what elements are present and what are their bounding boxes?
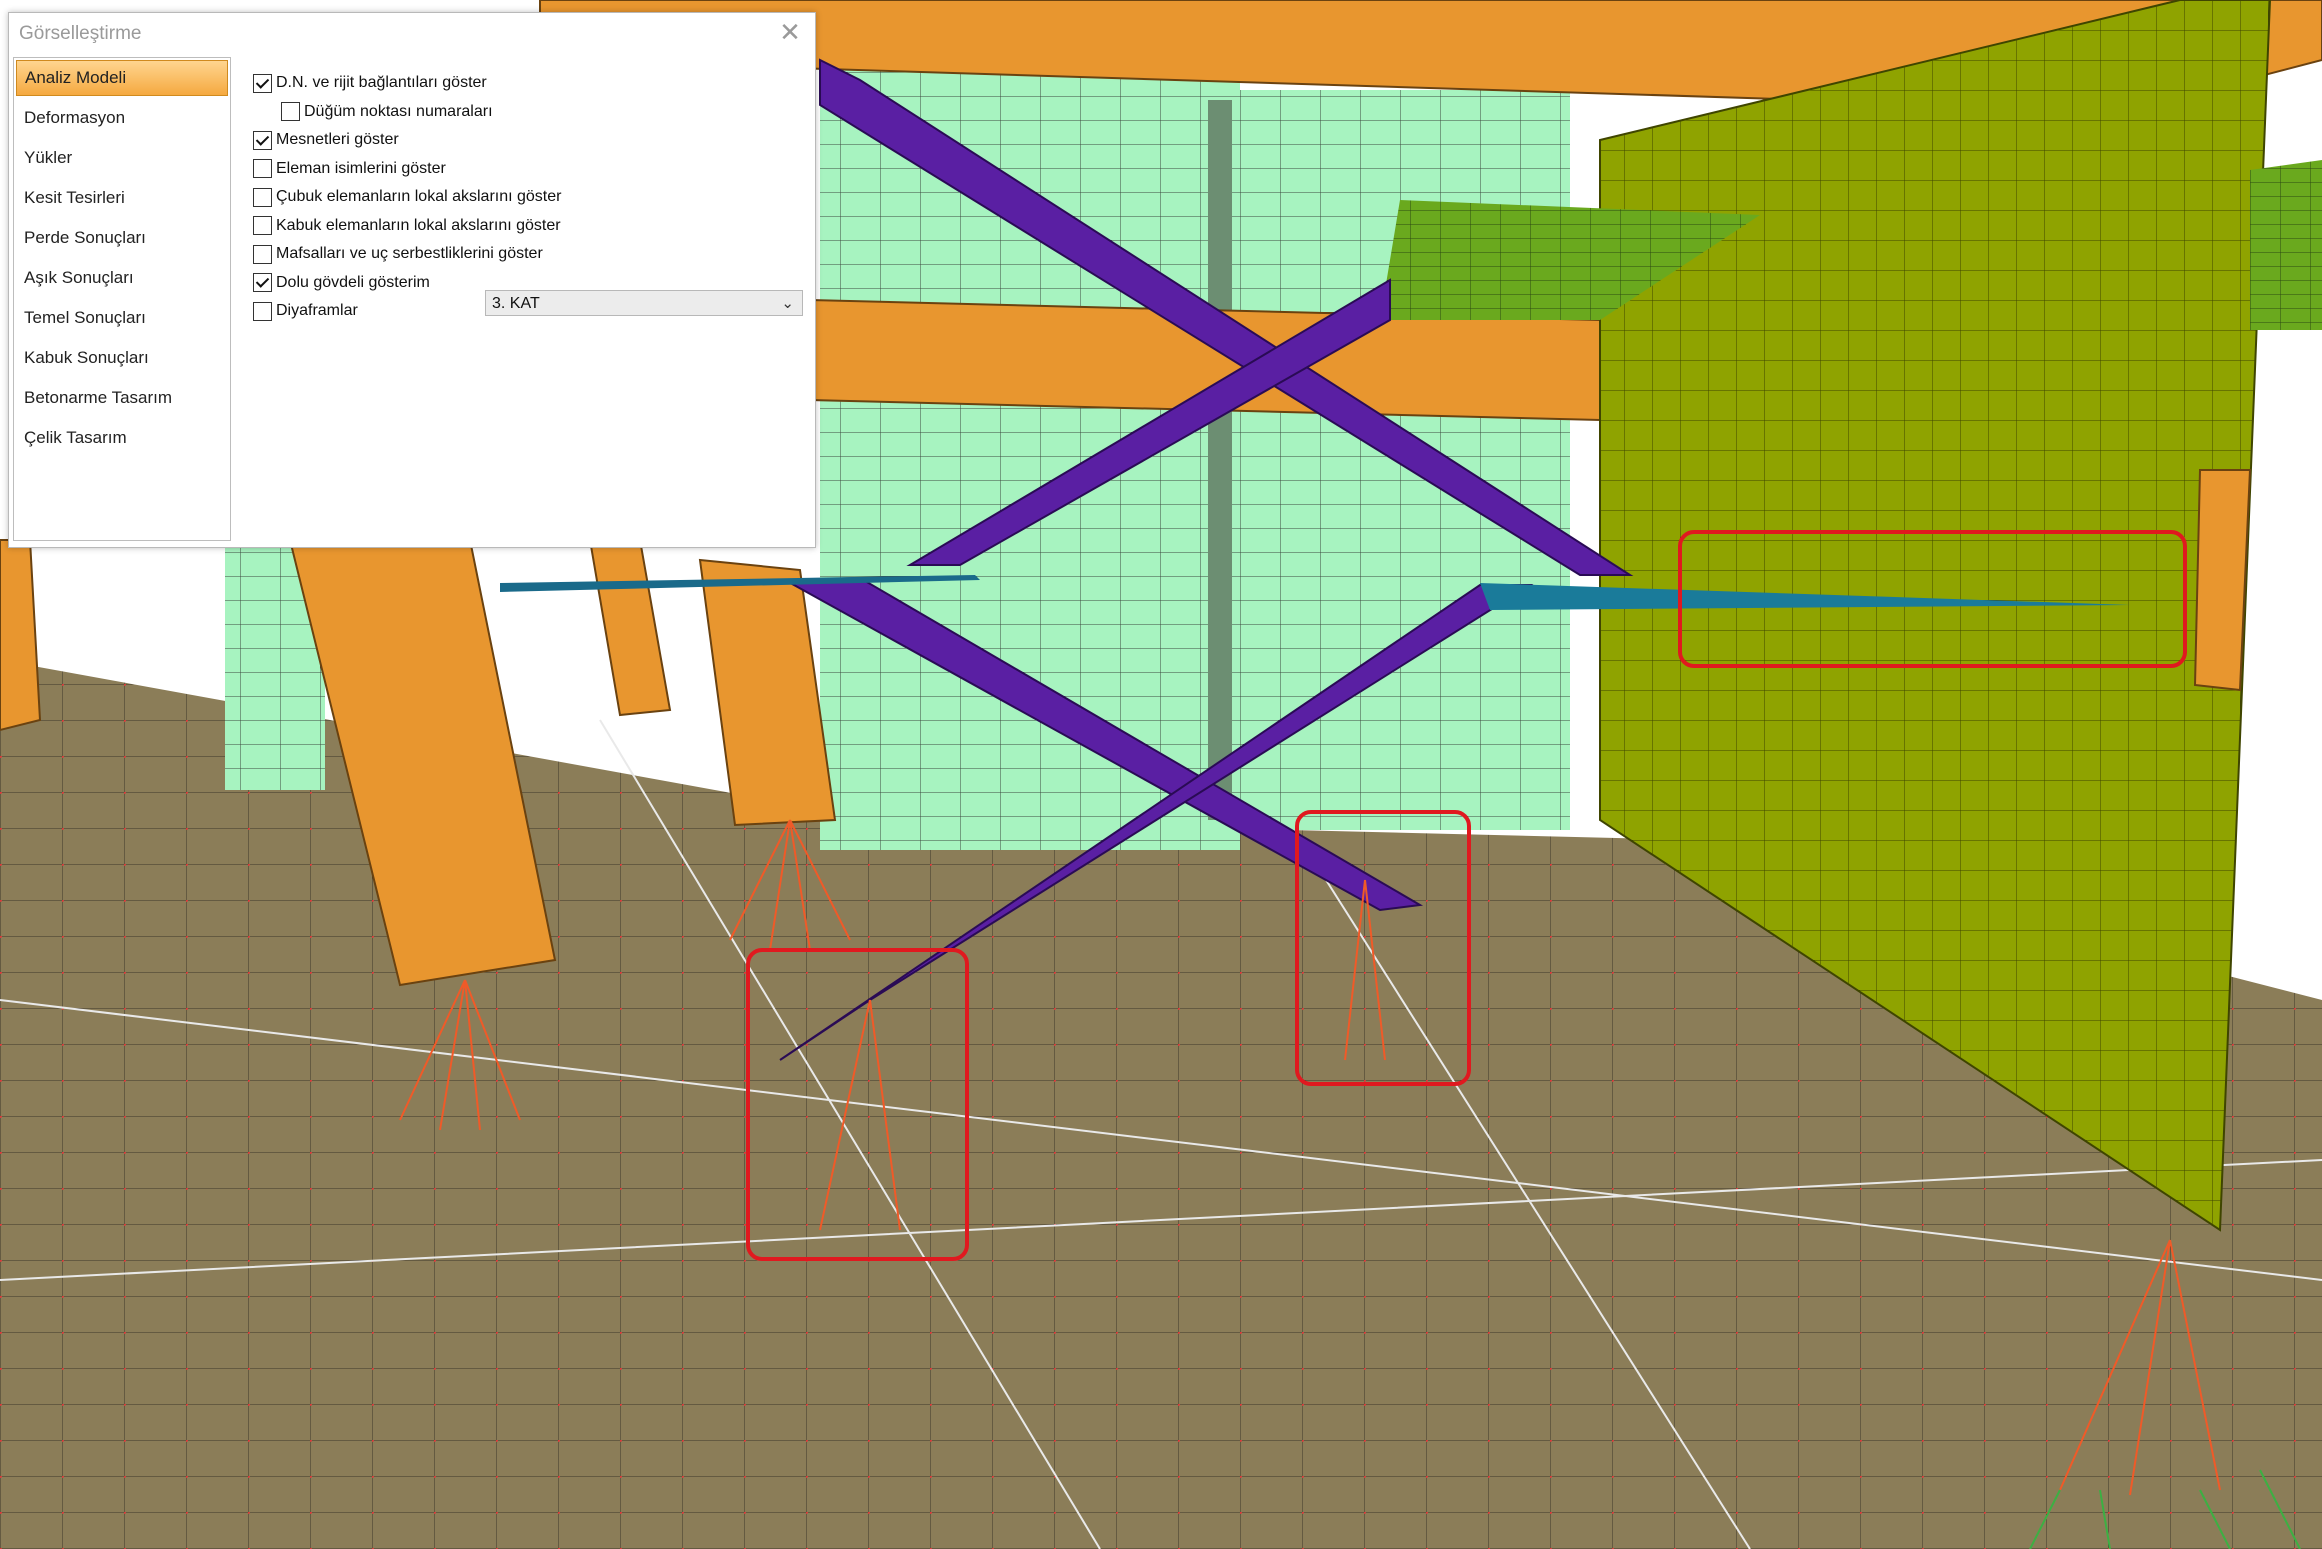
menu-item-wall-results[interactable]: Perde Sonuçları	[14, 218, 230, 258]
visualization-dialog: Görselleştirme ✕ Analiz Modeli Deformasy…	[8, 12, 816, 548]
option-shell-local-axes[interactable]: Kabuk elemanların lokal akslarını göster	[253, 212, 813, 241]
menu-item-purlin-results[interactable]: Aşık Sonuçları	[14, 258, 230, 298]
right-slab	[2250, 160, 2322, 330]
menu-item-concrete-design[interactable]: Betonarme Tasarım	[14, 378, 230, 418]
checkbox[interactable]	[253, 216, 272, 236]
option-label: Kabuk elemanların lokal akslarını göster	[276, 216, 561, 234]
option-node-numbers[interactable]: Düğüm noktası numaraları	[253, 98, 813, 127]
menu-item-foundation-results[interactable]: Temel Sonuçları	[14, 298, 230, 338]
option-element-names[interactable]: Eleman isimlerini göster	[253, 155, 813, 184]
chevron-down-icon[interactable]: ⌄	[781, 291, 794, 317]
option-frame-local-axes[interactable]: Çubuk elemanların lokal akslarını göster	[253, 183, 813, 212]
menu-item-loads[interactable]: Yükler	[14, 138, 230, 178]
option-hinges-releases[interactable]: Mafsalları ve uç serbestliklerini göster	[253, 240, 813, 269]
menu-item-analysis-model[interactable]: Analiz Modeli	[16, 60, 228, 96]
option-label: D.N. ve rijit bağlantıları göster	[276, 74, 487, 92]
checkbox[interactable]	[253, 73, 272, 93]
option-label: Dolu gövdeli gösterim	[276, 273, 430, 291]
checkbox[interactable]	[253, 130, 272, 150]
option-label: Mafsalları ve uç serbestliklerini göster	[276, 245, 543, 263]
category-menu: Analiz Modeli Deformasyon Yükler Kesit T…	[13, 57, 231, 541]
checkbox[interactable]	[281, 102, 300, 122]
checkbox[interactable]	[253, 187, 272, 207]
option-label: Eleman isimlerini göster	[276, 159, 446, 177]
option-label: Çubuk elemanların lokal akslarını göster	[276, 188, 562, 206]
core-wall-left	[820, 60, 1240, 850]
core-wall-edge	[1208, 100, 1232, 820]
option-show-rigid-links[interactable]: D.N. ve rijit bağlantıları göster	[253, 69, 813, 98]
menu-item-internal-forces[interactable]: Kesit Tesirleri	[14, 178, 230, 218]
option-label: Düğüm noktası numaraları	[304, 102, 493, 120]
option-label: Mesnetleri göster	[276, 131, 399, 149]
menu-item-steel-design[interactable]: Çelik Tasarım	[14, 418, 230, 458]
orange-column-5	[2193, 469, 2252, 692]
options-list: D.N. ve rijit bağlantıları göster Düğüm …	[253, 69, 813, 326]
floor-select[interactable]: 3. KAT ⌄	[485, 290, 803, 316]
menu-item-shell-results[interactable]: Kabuk Sonuçları	[14, 338, 230, 378]
checkbox[interactable]	[253, 301, 272, 321]
floor-select-value: 3. KAT	[492, 295, 540, 312]
close-icon[interactable]: ✕	[775, 17, 805, 47]
option-label: Diyaframlar	[276, 302, 358, 320]
option-show-supports[interactable]: Mesnetleri göster	[253, 126, 813, 155]
dialog-title: Görselleştirme	[19, 23, 142, 44]
checkbox[interactable]	[253, 159, 272, 179]
checkbox[interactable]	[253, 273, 272, 293]
checkbox[interactable]	[253, 244, 272, 264]
menu-item-deformation[interactable]: Deformasyon	[14, 98, 230, 138]
